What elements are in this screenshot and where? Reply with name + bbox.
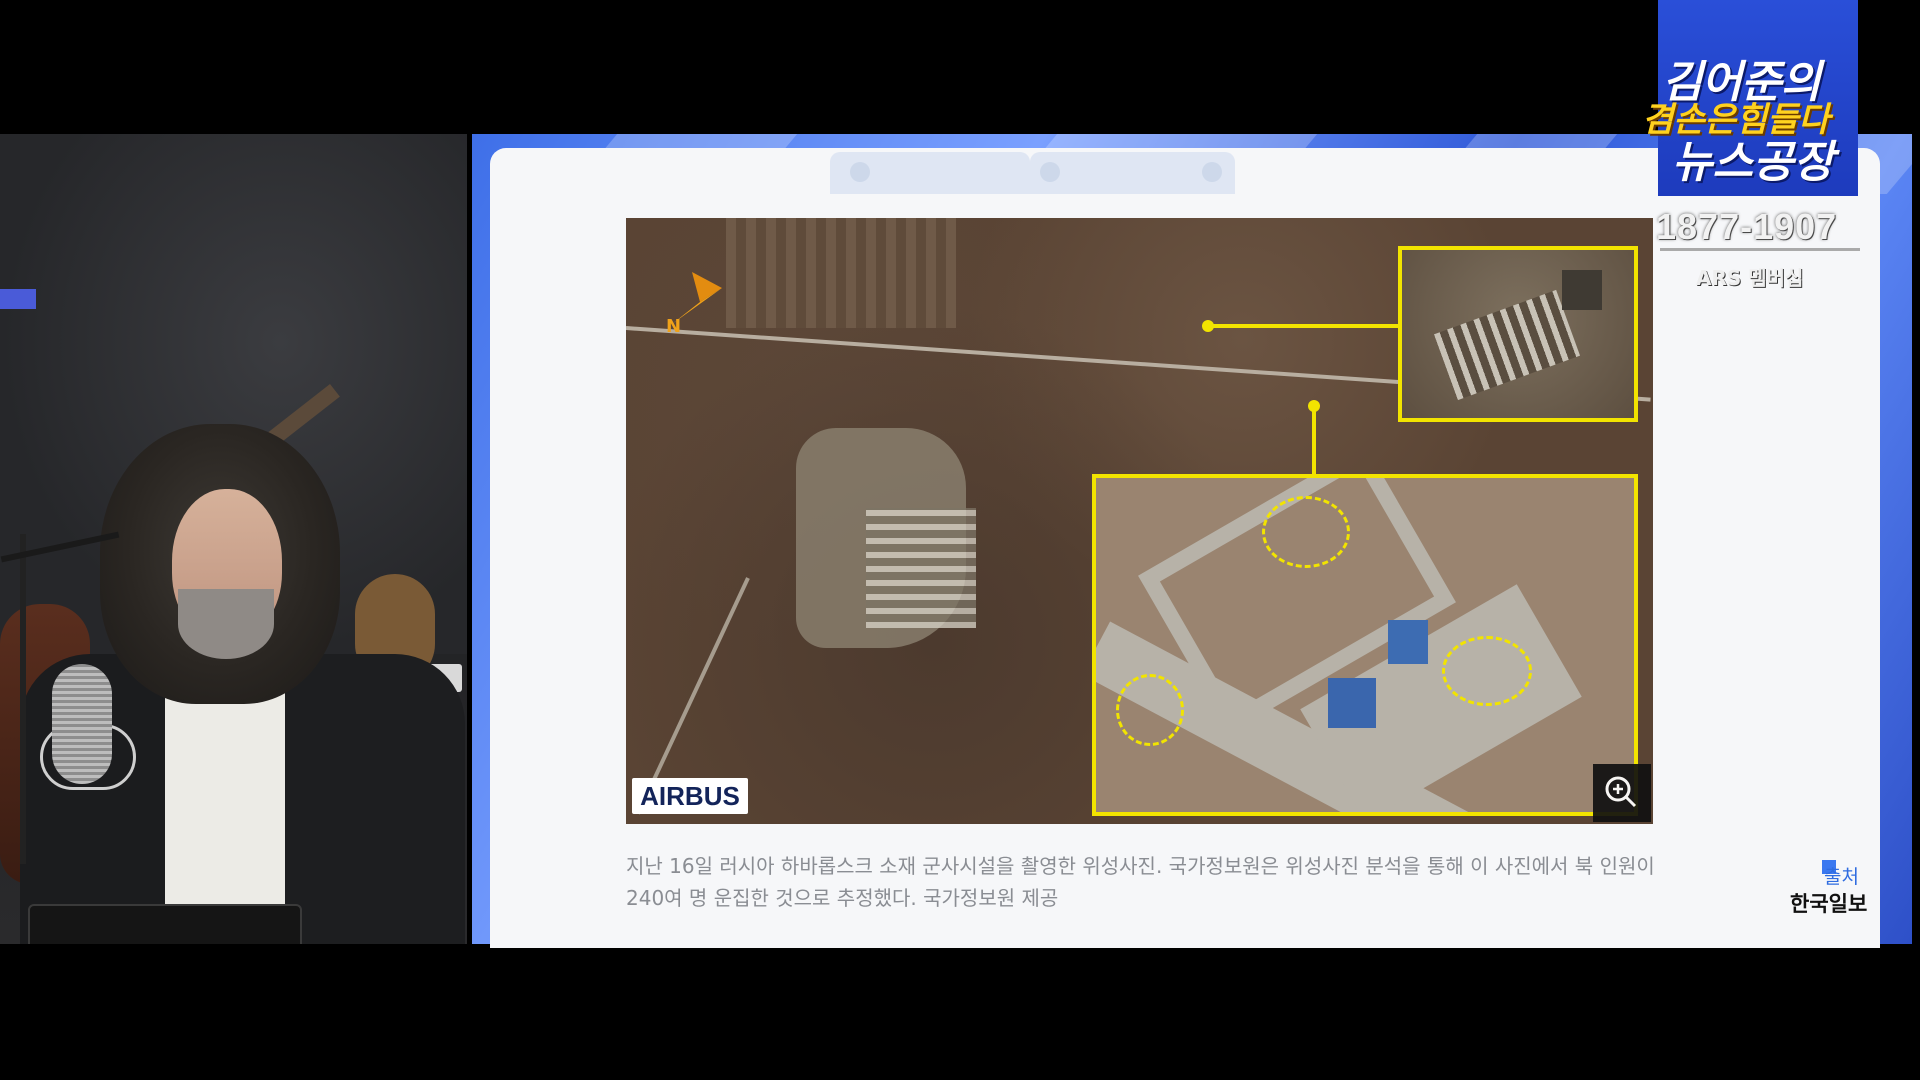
highlight-ring xyxy=(1442,636,1532,706)
tab-dot xyxy=(1202,162,1222,182)
svg-text:N: N xyxy=(666,316,681,336)
blue-roof-building xyxy=(1328,678,1376,728)
tab-dot xyxy=(850,162,870,182)
tab-dot xyxy=(1040,162,1060,182)
mic-stand xyxy=(20,534,26,864)
blue-roof-building xyxy=(1388,620,1428,664)
host-beard xyxy=(178,589,274,659)
inset-closeup-large xyxy=(1092,474,1638,816)
inset-closeup-small xyxy=(1398,246,1638,422)
host-jacket-right xyxy=(265,654,465,944)
camera-feed: 공 장 장 xyxy=(0,134,467,944)
callout-line xyxy=(1208,324,1398,328)
laptop xyxy=(28,904,302,944)
airbus-watermark: AIRBUS xyxy=(632,778,748,814)
source-label: 출처 xyxy=(1824,866,1859,888)
zoom-in-icon xyxy=(1605,776,1637,808)
source-name: 한국일보 xyxy=(1790,892,1868,916)
slide-tab xyxy=(830,152,1030,194)
north-arrow-icon: N xyxy=(666,272,722,336)
highlight-ring xyxy=(1262,496,1350,568)
studio-light-tag xyxy=(0,289,36,309)
satellite-image: N AIRBUS xyxy=(626,218,1653,824)
callout-line xyxy=(1312,408,1316,474)
callout-pin xyxy=(1202,320,1214,332)
membership-phone: 1877-1907 xyxy=(1656,206,1838,247)
callout-pin xyxy=(1308,400,1320,412)
studio-microphone xyxy=(52,664,112,784)
zoom-button[interactable] xyxy=(1593,764,1651,822)
slide-tab xyxy=(1030,152,1235,194)
farm-fields xyxy=(726,218,956,328)
compound-buildings xyxy=(866,508,976,628)
vehicle-cluster xyxy=(1433,289,1581,401)
membership-label: ARS 멤버십 xyxy=(1696,266,1804,290)
show-logo-line3: 뉴스공장 xyxy=(1672,137,1834,188)
image-caption: 지난 16일 러시아 하바롭스크 소재 군사시설을 촬영한 위성사진. 국가정보… xyxy=(626,854,1655,910)
divider xyxy=(1660,248,1860,251)
building-roof xyxy=(1562,270,1602,310)
highlight-ring xyxy=(1116,674,1184,746)
